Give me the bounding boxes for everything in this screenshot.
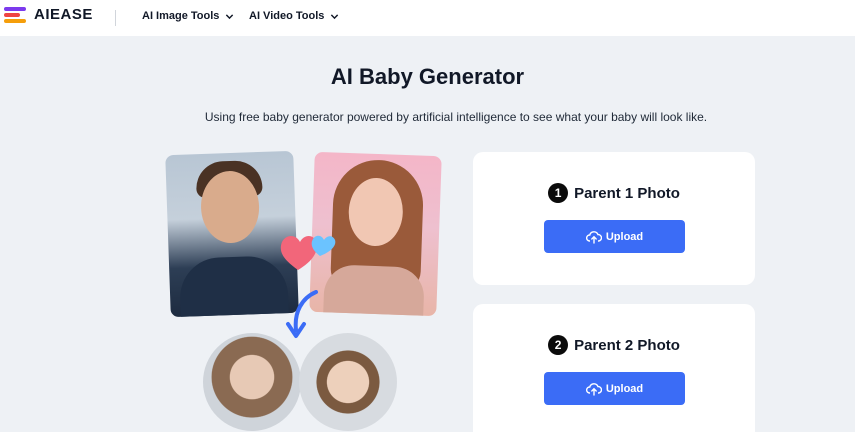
step-number-badge: 1 (548, 183, 569, 203)
top-nav-bar: AIEASE AI Image Tools AI Video Tools (0, 0, 855, 36)
card-label: Parent 2 Photo (574, 336, 680, 354)
cloud-upload-icon (585, 230, 602, 244)
brand-logo[interactable]: AIEASE (4, 5, 93, 23)
upload-button-label: Upload (605, 230, 644, 243)
parent-1-upload-card: 1 Parent 1 Photo Upload (473, 152, 755, 285)
page-title: AI Baby Generator (330, 64, 525, 89)
nav-item-label: AI Image Tools (142, 10, 220, 22)
parent-2-upload-button[interactable]: Upload (544, 372, 685, 405)
cloud-upload-icon (585, 382, 602, 396)
baby-girl-photo (203, 333, 301, 431)
card-heading: 1 Parent 1 Photo (473, 183, 755, 203)
step-number-badge: 2 (548, 335, 569, 355)
aiease-logo-icon (4, 5, 28, 23)
nav-item-label: AI Video Tools (249, 10, 325, 22)
parent-1-upload-button[interactable]: Upload (544, 220, 685, 253)
chevron-down-icon (226, 13, 234, 19)
heart-icon (280, 235, 336, 270)
upload-button-label: Upload (605, 382, 644, 395)
page-subtitle: Using free baby generator powered by art… (204, 110, 708, 124)
nav-item-ai-video-tools[interactable]: AI Video Tools (249, 10, 339, 22)
curved-arrow-icon (286, 290, 318, 338)
chevron-down-icon (331, 13, 339, 19)
card-label: Parent 1 Photo (574, 184, 680, 202)
baby-boy-photo (299, 333, 397, 431)
nav-item-ai-image-tools[interactable]: AI Image Tools (142, 10, 234, 22)
parent-2-upload-card: 2 Parent 2 Photo Upload (473, 304, 755, 432)
card-heading: 2 Parent 2 Photo (473, 335, 755, 355)
brand-name: AIEASE (34, 5, 93, 23)
nav-divider (115, 10, 116, 26)
